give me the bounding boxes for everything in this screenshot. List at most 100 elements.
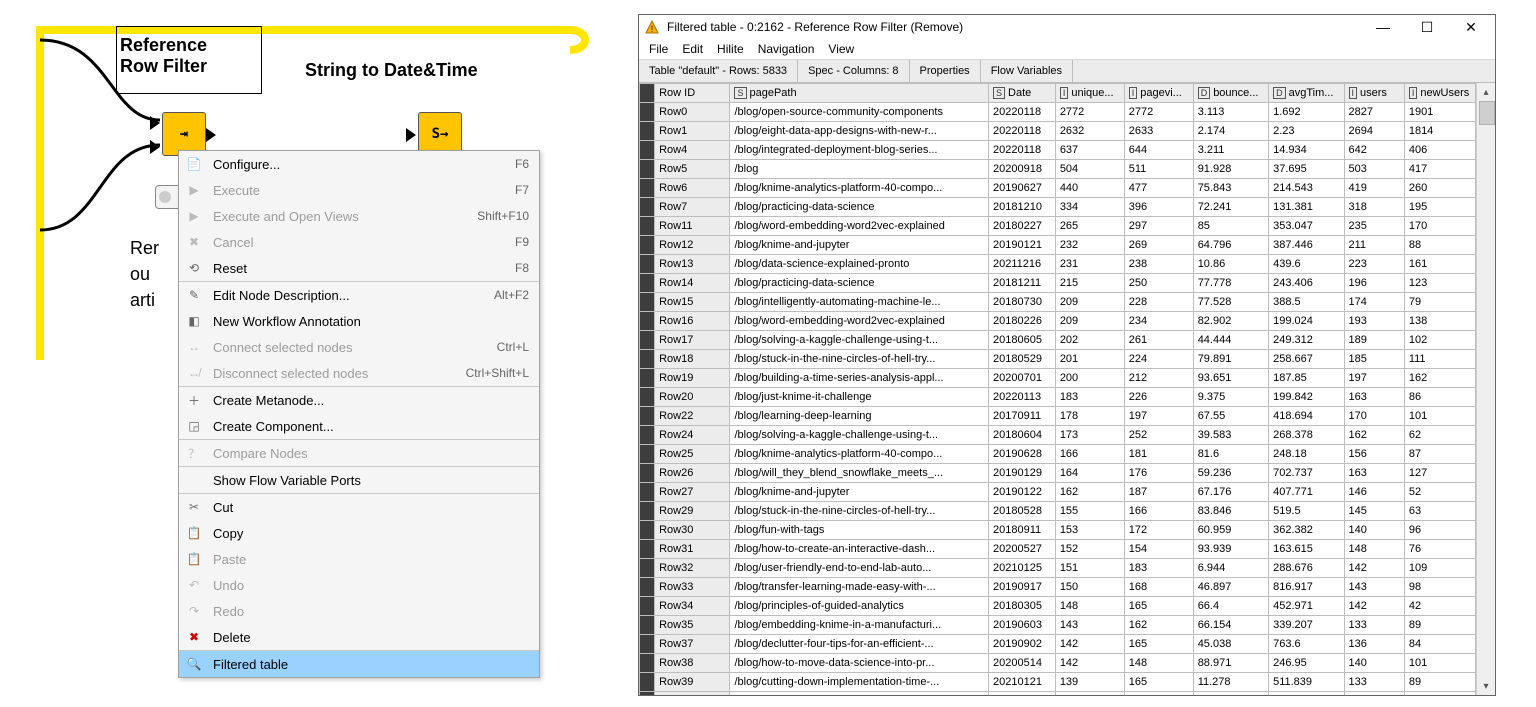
data-cell[interactable]: 2827 xyxy=(1344,103,1404,122)
data-cell[interactable]: 642 xyxy=(1344,141,1404,160)
data-cell[interactable]: 211 xyxy=(1344,236,1404,255)
table-row[interactable]: Row11/blog/word-embedding-word2vec-expla… xyxy=(640,217,1476,236)
data-cell[interactable]: 232 xyxy=(1055,236,1124,255)
data-cell[interactable]: 258.667 xyxy=(1269,350,1344,369)
data-cell[interactable]: 265 xyxy=(1055,217,1124,236)
data-cell[interactable]: 170 xyxy=(1404,217,1475,236)
data-cell[interactable]: 9.375 xyxy=(1193,388,1268,407)
data-cell[interactable]: 20180529 xyxy=(989,350,1056,369)
data-cell[interactable]: 60.959 xyxy=(1193,521,1268,540)
data-cell[interactable]: 181 xyxy=(1124,445,1193,464)
data-cell[interactable]: 166 xyxy=(1055,445,1124,464)
data-cell[interactable]: 234 xyxy=(1124,312,1193,331)
table-row[interactable]: Row33/blog/transfer-learning-made-easy-w… xyxy=(640,578,1476,597)
data-cell[interactable]: 84 xyxy=(1404,635,1475,654)
row-id-cell[interactable]: Row26 xyxy=(655,464,730,483)
data-cell[interactable]: 96 xyxy=(1404,521,1475,540)
table-row[interactable]: Row40/blog/market-simulation-with-knime-… xyxy=(640,692,1476,696)
data-cell[interactable]: 3.211 xyxy=(1193,141,1268,160)
data-cell[interactable]: 20180305 xyxy=(989,597,1056,616)
data-cell[interactable]: 419 xyxy=(1344,179,1404,198)
data-cell[interactable]: 212 xyxy=(1124,369,1193,388)
input-port[interactable] xyxy=(406,128,416,142)
data-cell[interactable]: 297 xyxy=(1124,217,1193,236)
data-cell[interactable]: 111 xyxy=(1404,350,1475,369)
data-cell[interactable]: 142 xyxy=(1055,635,1124,654)
data-cell[interactable]: 2694 xyxy=(1344,122,1404,141)
table-row[interactable]: Row19/blog/building-a-time-series-analys… xyxy=(640,369,1476,388)
table-row[interactable]: Row27/blog/knime-and-jupyter201901221621… xyxy=(640,483,1476,502)
table-row[interactable]: Row34/blog/principles-of-guided-analytic… xyxy=(640,597,1476,616)
data-cell[interactable]: 163.615 xyxy=(1269,540,1344,559)
data-cell[interactable]: 197 xyxy=(1344,369,1404,388)
table-row[interactable]: Row20/blog/just-knime-it-challenge202201… xyxy=(640,388,1476,407)
data-cell[interactable]: 418.694 xyxy=(1269,407,1344,426)
data-cell[interactable]: 183 xyxy=(1124,559,1193,578)
column-header-row-id[interactable]: Row ID xyxy=(655,84,730,103)
data-cell[interactable]: 81.6 xyxy=(1193,445,1268,464)
data-cell[interactable]: 20190129 xyxy=(989,464,1056,483)
output-port[interactable] xyxy=(206,128,216,142)
data-cell[interactable]: 102 xyxy=(1404,331,1475,350)
data-cell[interactable]: /blog/word-embedding-word2vec-explained xyxy=(730,217,989,236)
data-cell[interactable]: 174 xyxy=(1344,293,1404,312)
data-cell[interactable]: 511 xyxy=(1124,160,1193,179)
data-cell[interactable]: 156 xyxy=(1344,445,1404,464)
row-id-cell[interactable]: Row37 xyxy=(655,635,730,654)
table-row[interactable]: Row5/blog2020091850451191.92837.69550341… xyxy=(640,160,1476,179)
menu-hilite[interactable]: Hilite xyxy=(717,42,744,56)
table-row[interactable]: Row30/blog/fun-with-tags2018091115317260… xyxy=(640,521,1476,540)
table-row[interactable]: Row18/blog/stuck-in-the-nine-circles-of-… xyxy=(640,350,1476,369)
data-cell[interactable]: 162 xyxy=(1404,369,1475,388)
data-cell[interactable]: 2772 xyxy=(1124,103,1193,122)
data-cell[interactable]: 406 xyxy=(1404,141,1475,160)
data-cell[interactable]: 39.583 xyxy=(1193,426,1268,445)
data-cell[interactable]: 201 xyxy=(1055,350,1124,369)
data-cell[interactable]: 224 xyxy=(1124,350,1193,369)
menu-bar[interactable]: FileEditHiliteNavigationView xyxy=(639,39,1495,60)
data-cell[interactable]: 155 xyxy=(1055,502,1124,521)
data-cell[interactable]: 11.278 xyxy=(1193,673,1268,692)
data-cell[interactable]: 228 xyxy=(1124,293,1193,312)
table-row[interactable]: Row4/blog/integrated-deployment-blog-ser… xyxy=(640,141,1476,160)
row-id-cell[interactable]: Row31 xyxy=(655,540,730,559)
data-cell[interactable]: 42 xyxy=(1404,597,1475,616)
data-cell[interactable]: 139 xyxy=(1055,673,1124,692)
data-cell[interactable]: 252 xyxy=(1124,426,1193,445)
data-cell[interactable]: 76 xyxy=(1404,692,1475,696)
data-cell[interactable]: 86 xyxy=(1404,388,1475,407)
row-id-cell[interactable]: Row18 xyxy=(655,350,730,369)
data-cell[interactable]: 231 xyxy=(1055,255,1124,274)
data-cell[interactable]: 163 xyxy=(1344,464,1404,483)
table-row[interactable]: Row17/blog/solving-a-kaggle-challenge-us… xyxy=(640,331,1476,350)
table-row[interactable]: Row16/blog/word-embedding-word2vec-expla… xyxy=(640,312,1476,331)
table-row[interactable]: Row12/blog/knime-and-jupyter201901212322… xyxy=(640,236,1476,255)
menu-item-delete[interactable]: ✖Delete xyxy=(179,624,539,650)
data-cell[interactable]: /blog/solving-a-kaggle-challenge-using-t… xyxy=(730,426,989,445)
data-cell[interactable]: /blog/learning-deep-learning xyxy=(730,407,989,426)
data-cell[interactable]: /blog/stuck-in-the-nine-circles-of-hell-… xyxy=(730,502,989,521)
data-cell[interactable]: 76 xyxy=(1404,540,1475,559)
data-cell[interactable]: 20180605 xyxy=(989,331,1056,350)
data-cell[interactable]: 20211216 xyxy=(989,255,1056,274)
tab-1[interactable]: Spec - Columns: 8 xyxy=(798,60,909,82)
titlebar[interactable]: ! Filtered table - 0:2162 - Reference Ro… xyxy=(639,15,1495,39)
data-cell[interactable]: 178 xyxy=(1055,407,1124,426)
data-cell[interactable]: 243.406 xyxy=(1269,274,1344,293)
data-cell[interactable]: /blog/stuck-in-the-nine-circles-of-hell-… xyxy=(730,350,989,369)
data-cell[interactable]: 238 xyxy=(1124,255,1193,274)
data-cell[interactable]: 148 xyxy=(1055,597,1124,616)
data-cell[interactable]: 162 xyxy=(1055,483,1124,502)
table-row[interactable]: Row39/blog/cutting-down-implementation-t… xyxy=(640,673,1476,692)
data-cell[interactable]: 189 xyxy=(1344,331,1404,350)
menu-navigation[interactable]: Navigation xyxy=(758,42,815,56)
column-header-newusers[interactable]: InewUsers xyxy=(1404,84,1475,103)
row-id-cell[interactable]: Row15 xyxy=(655,293,730,312)
data-cell[interactable]: 334 xyxy=(1055,198,1124,217)
data-cell[interactable]: 183 xyxy=(1055,388,1124,407)
data-cell[interactable]: 165 xyxy=(1124,597,1193,616)
column-header-pagepath[interactable]: SpagePath xyxy=(730,84,989,103)
data-cell[interactable]: 20180226 xyxy=(989,312,1056,331)
data-cell[interactable]: 133 xyxy=(1344,616,1404,635)
data-cell[interactable]: /blog/building-a-time-series-analysis-ap… xyxy=(730,369,989,388)
